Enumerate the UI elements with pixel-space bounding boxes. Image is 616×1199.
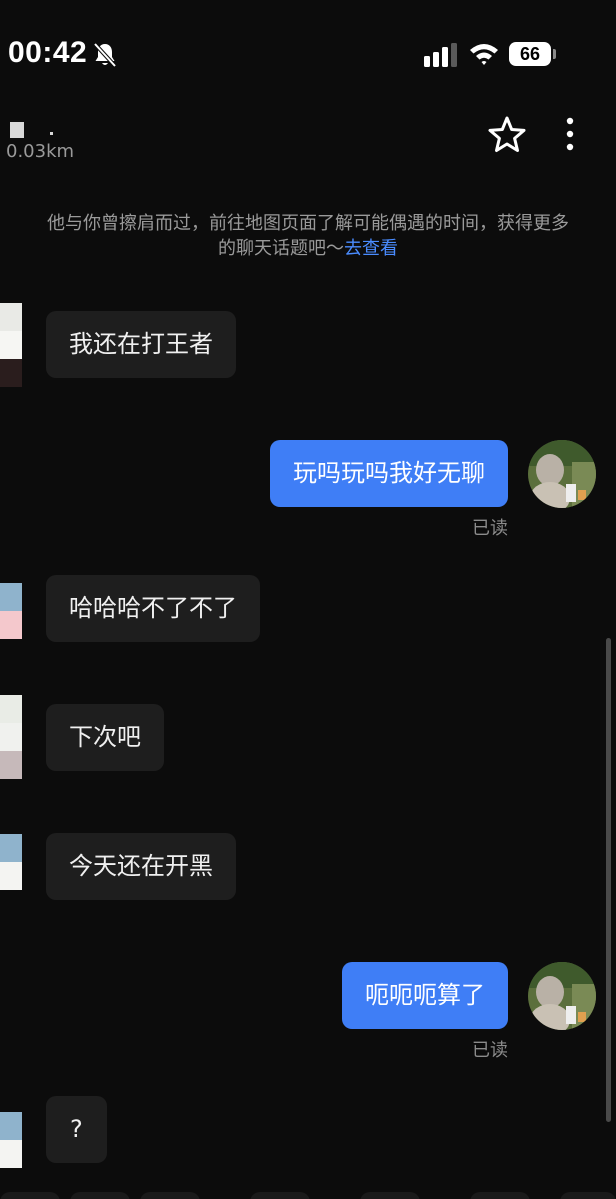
- peer-name: [6, 112, 56, 138]
- peer-avatar[interactable]: [0, 1112, 22, 1196]
- more-vertical-icon[interactable]: [558, 116, 582, 154]
- message-bubble-incoming[interactable]: 我还在打王者: [46, 311, 236, 378]
- peer-avatar[interactable]: [0, 583, 22, 667]
- status-bar: 00:42 66: [0, 0, 616, 100]
- battery-cap: [553, 49, 556, 59]
- peer-avatar[interactable]: [0, 303, 22, 387]
- my-avatar[interactable]: [528, 962, 596, 1030]
- message-bubble-incoming[interactable]: 下次吧: [46, 704, 164, 771]
- peer-distance: 0.03km: [6, 141, 75, 162]
- peer-avatar[interactable]: [0, 695, 22, 779]
- signal-icon: [424, 43, 457, 67]
- quick-action-strip: [0, 1192, 616, 1199]
- message-bubble-outgoing[interactable]: 呃呃呃算了: [342, 962, 508, 1029]
- my-avatar[interactable]: [528, 440, 596, 508]
- star-icon[interactable]: [487, 115, 527, 155]
- system-notice-text: 他与你曾擦肩而过，前往地图页面了解可能偶遇的时间，获得更多的聊天话题吧～: [47, 213, 569, 259]
- peer-avatar[interactable]: [0, 834, 22, 918]
- message-bubble-incoming[interactable]: ?: [46, 1096, 107, 1163]
- view-map-link[interactable]: 去查看: [344, 238, 398, 259]
- wifi-icon: [470, 44, 498, 65]
- read-receipt: 已读: [472, 1040, 508, 1061]
- status-time: 00:42: [8, 36, 88, 69]
- message-bubble-incoming[interactable]: 今天还在开黑: [46, 833, 236, 900]
- system-notice: 他与你曾擦肩而过，前往地图页面了解可能偶遇的时间，获得更多的聊天话题吧～去查看: [40, 211, 576, 261]
- message-bubble-outgoing[interactable]: 玩吗玩吗我好无聊: [270, 440, 508, 507]
- battery-level: 66: [509, 42, 551, 66]
- bell-muted-icon: [93, 42, 117, 68]
- read-receipt: 已读: [472, 518, 508, 539]
- chat-scrollbar[interactable]: [606, 638, 611, 1122]
- message-bubble-incoming[interactable]: 哈哈哈不了不了: [46, 575, 260, 642]
